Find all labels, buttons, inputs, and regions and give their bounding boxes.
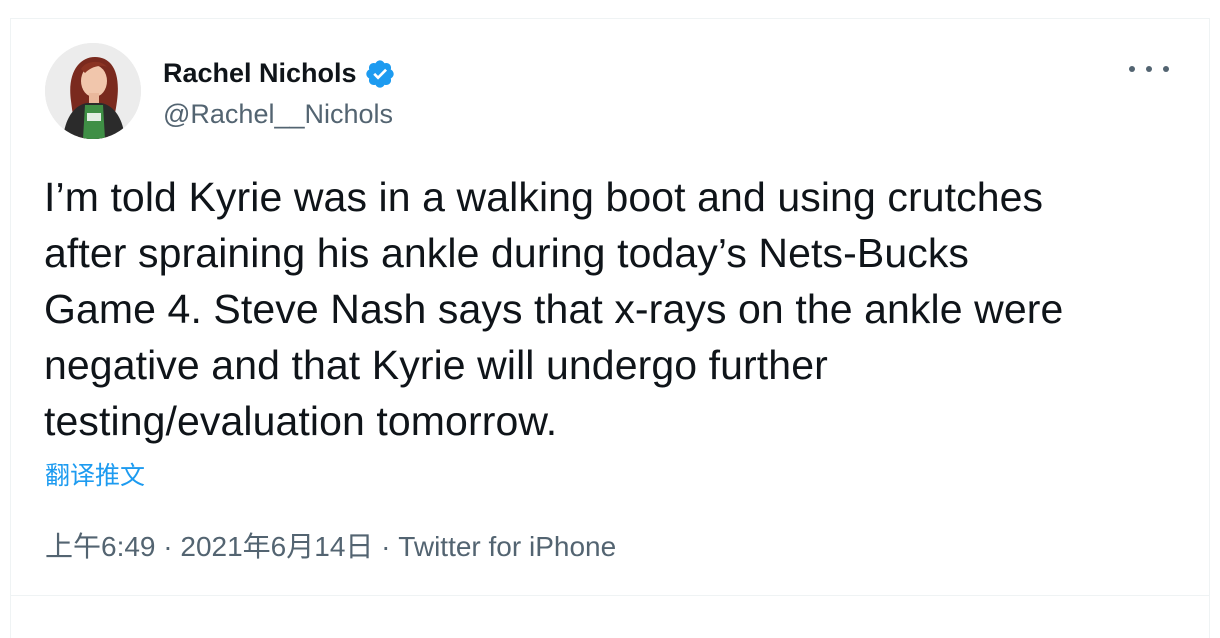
meta-separator: ·: [155, 531, 181, 562]
dot: [1129, 66, 1135, 72]
more-horizontal-icon[interactable]: [1129, 59, 1169, 79]
name-row: Rachel Nichols: [163, 52, 396, 96]
author-block: Rachel Nichols @Rachel__Nichols: [163, 52, 396, 130]
author-display-name[interactable]: Rachel Nichols: [163, 60, 357, 87]
tweet-text-line: Game 4. Steve Nash says that x-rays on t…: [44, 286, 1064, 332]
tweet-text-line: negative and that Kyrie will undergo fur…: [44, 342, 828, 388]
avatar-image: [45, 43, 141, 139]
tweet-metadata: 上午6:49 · 2021年6月14日 · Twitter for iPhone: [45, 527, 616, 567]
tweet-header: Rachel Nichols @Rachel__Nichols: [45, 43, 396, 139]
dot: [1146, 66, 1152, 72]
translate-tweet-link[interactable]: 翻译推文: [45, 459, 145, 493]
tweet-text: I’m told Kyrie was in a walking boot and…: [44, 169, 1174, 449]
verified-badge-icon: [364, 58, 396, 90]
tweet-text-line: I’m told Kyrie was in a walking boot and…: [44, 174, 1044, 220]
tweet-card: Rachel Nichols @Rachel__Nichols I’m told…: [10, 18, 1210, 638]
author-handle[interactable]: @Rachel__Nichols: [163, 98, 396, 130]
meta-separator: ·: [373, 531, 399, 562]
avatar[interactable]: [45, 43, 141, 139]
tweet-text-line: after spraining his ankle during today’s…: [44, 230, 970, 276]
tweet-time[interactable]: 上午6:49: [45, 531, 156, 562]
tweet-text-line: testing/evaluation tomorrow.: [44, 398, 558, 444]
tweet-source[interactable]: Twitter for iPhone: [398, 531, 616, 562]
tweet-date[interactable]: 2021年6月14日: [180, 531, 373, 562]
divider: [11, 595, 1209, 596]
dot: [1163, 66, 1169, 72]
